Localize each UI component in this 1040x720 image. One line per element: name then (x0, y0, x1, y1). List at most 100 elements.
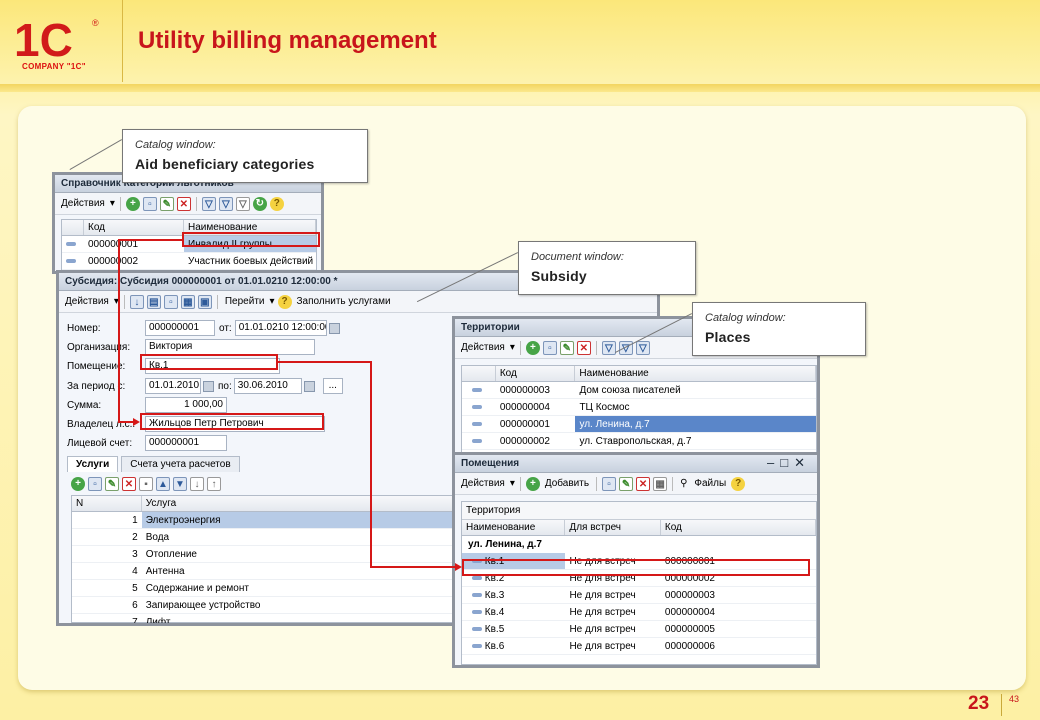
sum-field[interactable]: 1 000,00 (145, 397, 227, 413)
row-icon (472, 405, 482, 410)
page-divider (1001, 694, 1002, 716)
link-line (370, 566, 456, 568)
filter-off-icon[interactable]: ▽ (235, 196, 250, 211)
rooms-toolbar: Действия ▾ + Добавить ▫ ✎ ✕ ▦ ⚲ Файлы ? (455, 473, 817, 495)
structure-icon[interactable]: ▦ (180, 294, 195, 309)
tab-services[interactable]: Услуги (67, 456, 119, 472)
period-select-button[interactable]: ... (322, 378, 343, 394)
col-code[interactable]: Код (84, 220, 184, 235)
structure-icon[interactable]: ▦ (653, 476, 668, 491)
group-header[interactable]: ул. Ленина, д.7 (462, 536, 816, 553)
org-field[interactable]: Виктория (145, 339, 315, 355)
view-icon[interactable]: ▤ (146, 294, 161, 309)
highlight-room (140, 354, 278, 370)
fill-services-button[interactable]: Заполнить услугами (295, 296, 393, 307)
help-icon[interactable]: ? (269, 196, 284, 211)
territories-actions-menu[interactable]: Действия (459, 342, 507, 353)
link-line (118, 421, 134, 423)
link-line (118, 239, 182, 241)
edit-icon[interactable]: ✎ (559, 340, 574, 355)
move-up-icon[interactable]: ▲ (156, 477, 170, 491)
refresh-icon[interactable]: ↻ (252, 196, 267, 211)
copy-icon[interactable]: ▫ (542, 340, 557, 355)
row-icon (472, 627, 482, 632)
col-name[interactable]: Наименование (462, 520, 566, 535)
delete-icon[interactable]: ✕ (122, 477, 136, 491)
col-n[interactable]: N (72, 496, 142, 511)
table-row[interactable]: 000000001 ул. Ленина, д.7 (462, 416, 816, 433)
highlight-beneficiary (182, 232, 320, 247)
copy-icon[interactable]: ▫ (602, 476, 617, 491)
link-line (118, 239, 120, 423)
copy-icon[interactable]: ▫ (88, 477, 102, 491)
col-name[interactable]: Наименование (575, 366, 816, 381)
edit-icon[interactable]: ✎ (159, 196, 174, 211)
table-row[interactable]: 000000004 ТЦ Космос (462, 399, 816, 416)
table-row[interactable]: 7 Лифт (72, 614, 510, 623)
delete-icon[interactable]: ✕ (636, 476, 651, 491)
table-row[interactable]: 000000002 ул. Ставропольская, д.7 (462, 433, 816, 450)
table-row[interactable]: 2 Вода (72, 529, 510, 546)
col-code[interactable]: Код (496, 366, 576, 381)
move-down-icon[interactable]: ▼ (173, 477, 187, 491)
help-icon[interactable]: ? (731, 476, 746, 491)
period-from-field[interactable]: 01.01.2010 (145, 378, 201, 394)
files-button[interactable]: Файлы (692, 478, 728, 489)
calendar-icon[interactable] (328, 322, 340, 334)
copy-icon[interactable]: ▫ (142, 196, 157, 211)
col-meetings[interactable]: Для встреч (565, 520, 661, 535)
help-icon[interactable]: ? (277, 294, 292, 309)
benef-actions-menu[interactable]: Действия (59, 198, 107, 209)
rooms-actions-menu[interactable]: Действия (459, 478, 507, 489)
sort-asc-icon[interactable]: ↓ (190, 477, 204, 491)
period-to-field[interactable]: 30.06.2010 (233, 378, 302, 394)
room-label: Помещение: (67, 360, 126, 372)
rooms-table: Территория Наименование Для встреч Код ул.… (461, 501, 817, 665)
delete-icon[interactable]: ✕ (176, 196, 191, 211)
link-line (278, 361, 372, 363)
table-row[interactable]: Кв.3 Не для встреч 000000003 (462, 587, 816, 604)
edit-icon[interactable]: ✎ (619, 476, 634, 491)
end-edit-icon[interactable]: ▪ (139, 477, 153, 491)
add-icon[interactable]: + (525, 340, 540, 355)
date-label: от: (219, 322, 232, 334)
table-row[interactable]: 5 Содержание и ремонт (72, 580, 510, 597)
add-icon[interactable]: + (71, 477, 85, 491)
edit-icon[interactable]: ✎ (105, 477, 119, 491)
row-icon (472, 388, 482, 393)
table-row[interactable]: Кв.5 Не для встреч 000000005 (462, 621, 816, 638)
table-row[interactable]: 3 Отопление (72, 546, 510, 563)
calendar-icon[interactable] (203, 380, 214, 392)
calendar-icon[interactable] (303, 380, 315, 392)
table-row[interactable]: Кв.6 Не для встреч 000000006 (462, 638, 816, 655)
account-field[interactable]: 000000001 (145, 435, 227, 451)
col-code[interactable]: Код (661, 520, 816, 535)
row-icon (66, 259, 76, 264)
row-icon (472, 610, 482, 615)
filter-icon[interactable]: ▽ (201, 196, 216, 211)
add-button[interactable]: Добавить (543, 478, 591, 489)
row-icon (472, 439, 482, 444)
filter-icon[interactable]: ▽ (601, 340, 616, 355)
copy-doc-icon[interactable]: ▫ (163, 294, 178, 309)
tab-accounts[interactable]: Счета учета расчетов (121, 456, 240, 472)
number-field[interactable]: 000000001 (145, 320, 215, 336)
territories-table: Код Наименование 000000003 Дом союза писат… (461, 365, 817, 457)
table-row[interactable]: 000000003 Дом союза писателей (462, 382, 816, 399)
filter-off-icon[interactable]: ▽ (635, 340, 650, 355)
print-icon[interactable]: ▣ (197, 294, 212, 309)
table-row[interactable]: 6 Запирающее устройство (72, 597, 510, 614)
window-controls[interactable]: –□✕ (767, 455, 811, 471)
table-row[interactable]: 000000002 Участник боевых действий (62, 253, 316, 270)
table-row[interactable]: Кв.4 Не для встреч 000000004 (462, 604, 816, 621)
table-row[interactable]: 1 Электроэнергия (72, 512, 510, 529)
post-icon[interactable]: ↓ (129, 294, 144, 309)
goto-menu[interactable]: Перейти (223, 296, 267, 307)
account-label: Лицевой счет: (67, 437, 133, 449)
date-field[interactable]: 01.01.0210 12:00:00 (234, 320, 327, 336)
filter-list-icon[interactable]: ▽ (218, 196, 233, 211)
sort-desc-icon[interactable]: ↑ (207, 477, 221, 491)
subsidy-actions-menu[interactable]: Действия (63, 296, 111, 307)
add-icon[interactable]: + (125, 196, 140, 211)
delete-icon[interactable]: ✕ (576, 340, 591, 355)
